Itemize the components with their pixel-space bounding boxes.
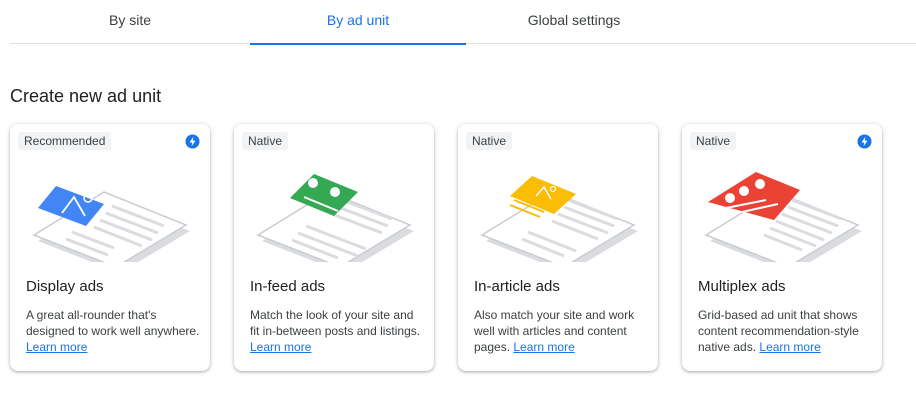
card-description: A great all-rounder that's designed to w… — [26, 307, 202, 355]
tab-by-site[interactable]: By site — [10, 0, 250, 44]
card-title: Multiplex ads — [698, 278, 786, 295]
learn-more-link[interactable]: Learn more — [26, 340, 87, 354]
native-badge: Native — [690, 132, 737, 150]
in-feed-ad-illustration — [256, 174, 414, 262]
bolt-icon — [185, 134, 200, 149]
card-description-text: Match the look of your site and fit in-b… — [250, 308, 421, 338]
card-description: Match the look of your site and fit in-b… — [250, 307, 426, 355]
card-in-article-ads[interactable]: Native In-article ads Also match your si… — [458, 124, 658, 371]
tab-by-ad-unit[interactable]: By ad unit — [250, 0, 466, 45]
learn-more-link[interactable]: Learn more — [513, 340, 574, 354]
page-heading: Create new ad unit — [10, 86, 162, 106]
card-description-text: A great all-rounder that's designed to w… — [26, 308, 200, 338]
bolt-icon — [857, 134, 872, 149]
multiplex-ad-illustration — [704, 172, 862, 262]
active-tab-indicator — [250, 43, 466, 45]
card-title: In-article ads — [474, 278, 560, 295]
in-article-ad-illustration — [480, 176, 638, 262]
recommended-badge: Recommended — [18, 132, 112, 150]
tab-label: By ad unit — [326, 12, 390, 28]
learn-more-link[interactable]: Learn more — [250, 340, 311, 354]
card-title: In-feed ads — [250, 278, 326, 295]
tab-label: By site — [108, 12, 151, 28]
native-badge: Native — [466, 132, 513, 150]
tab-global-settings[interactable]: Global settings — [466, 0, 682, 44]
card-description: Also match your site and work well with … — [474, 307, 650, 355]
display-ad-illustration — [32, 186, 190, 262]
card-display-ads[interactable]: Recommended Display ads A great all-roun… — [10, 124, 210, 371]
tab-bar: By site By ad unit Global settings — [10, 0, 916, 45]
native-badge: Native — [242, 132, 289, 150]
card-title: Display ads — [26, 278, 104, 295]
tab-label: Global settings — [527, 12, 621, 28]
card-in-feed-ads[interactable]: Native In-feed ads Match the look of you… — [234, 124, 434, 371]
learn-more-link[interactable]: Learn more — [759, 340, 820, 354]
card-multiplex-ads[interactable]: Native Multiplex ads Grid-based ad unit … — [682, 124, 882, 371]
card-description: Grid-based ad unit that shows content re… — [698, 307, 874, 355]
